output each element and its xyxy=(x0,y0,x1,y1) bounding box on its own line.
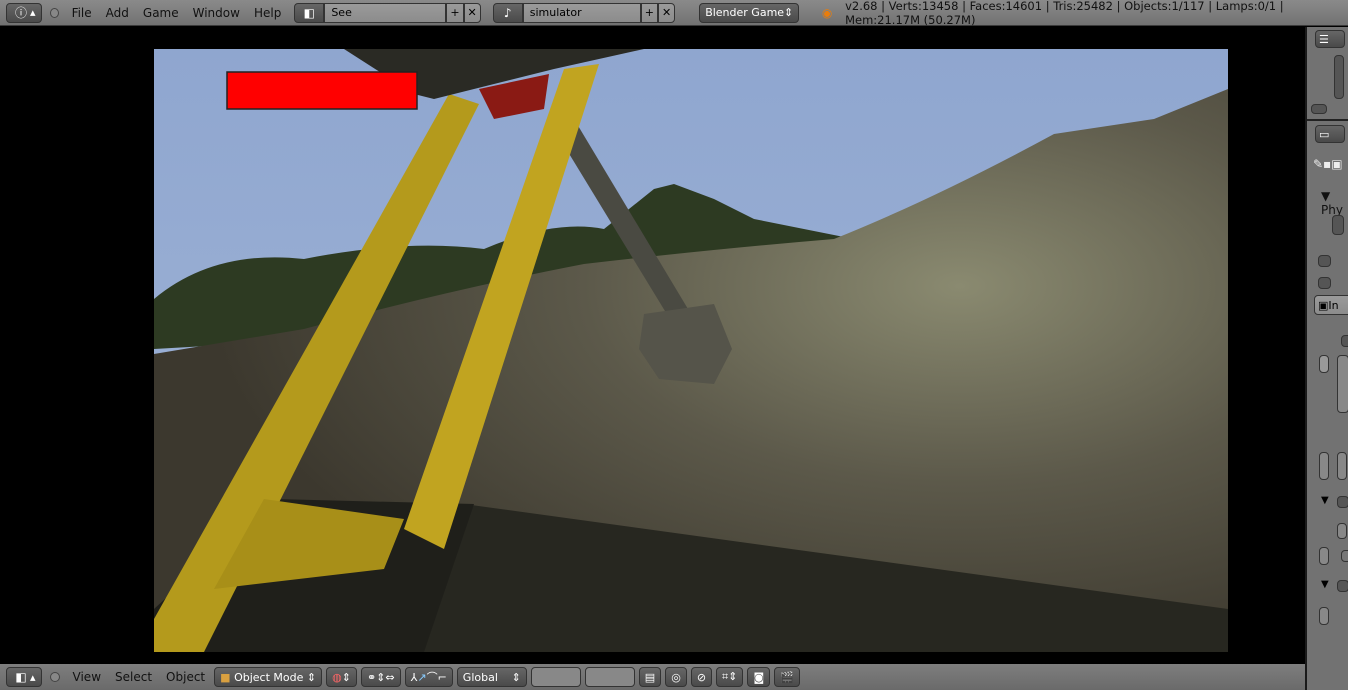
scene-layers-1[interactable] xyxy=(530,667,581,687)
menu-game[interactable]: Game xyxy=(138,6,184,20)
add-scene-icon[interactable]: + xyxy=(640,2,658,23)
menu-file[interactable]: File xyxy=(67,6,97,20)
collapse-panel-3[interactable]: ▼ xyxy=(1321,579,1329,590)
scene-name[interactable]: simulator xyxy=(522,2,641,23)
snap-element-dropdown[interactable]: ⌗⇕ xyxy=(716,667,744,687)
layout-icon: ◧ xyxy=(303,5,315,20)
menu-select[interactable]: Select xyxy=(110,670,157,684)
render-opengl-icon[interactable]: ◙ xyxy=(747,667,771,687)
menu-add[interactable]: Add xyxy=(101,6,134,20)
collapse-menu-toggle[interactable] xyxy=(49,7,59,18)
health-bar xyxy=(226,71,418,110)
translate-icon[interactable]: ↗ xyxy=(417,671,426,684)
panel-3-checkbox[interactable] xyxy=(1337,580,1348,592)
editor-type-button[interactable]: ⓘ ▴ xyxy=(6,2,42,23)
pivot-icon: ⚭ xyxy=(366,670,377,684)
proportional-edit-icon[interactable]: ◎ xyxy=(665,667,687,687)
field-2[interactable] xyxy=(1319,547,1329,565)
outliner-icon: ☰ xyxy=(1319,32,1329,46)
properties-editor: ☰ ▭ ✎▪▣ ▼ Phy ▣ In ▼ ▼ xyxy=(1305,27,1348,690)
game-view[interactable] xyxy=(154,49,1228,652)
slider-2[interactable] xyxy=(1337,355,1348,413)
physics-panel-header[interactable]: ▼ Phy xyxy=(1321,189,1348,217)
properties-button[interactable]: ▣ In xyxy=(1314,295,1348,315)
orientation-dropdown[interactable]: Global ⇕ xyxy=(456,667,527,687)
render-engine-dropdown[interactable]: Blender Game ⇕ xyxy=(699,2,800,23)
screen-layout-selector: ◧ See + ✕ xyxy=(294,2,481,23)
slider-1[interactable] xyxy=(1319,355,1329,373)
scale-icon[interactable]: ⌐ xyxy=(438,671,447,684)
outliner-editor-type[interactable]: ☰ xyxy=(1315,30,1345,48)
collapse-menu-toggle[interactable] xyxy=(49,672,60,682)
3d-viewport[interactable] xyxy=(0,27,1305,663)
cube-view-icon: ◧ xyxy=(15,670,27,684)
field-1[interactable] xyxy=(1337,523,1347,539)
outliner-scrollbar[interactable] xyxy=(1334,55,1344,99)
panel-2-checkbox[interactable] xyxy=(1337,496,1348,508)
render-engine-label: Blender Game xyxy=(705,6,785,19)
viewport-shading-dropdown[interactable]: ◍ ⇕ xyxy=(326,667,357,687)
manipulator-toggle[interactable]: ⇔ xyxy=(385,671,394,684)
slider-3[interactable] xyxy=(1319,452,1329,480)
scene-stats: v2.68 | Verts:13458 | Faces:14601 | Tris… xyxy=(845,0,1284,27)
blender-logo-icon: ◉ xyxy=(821,5,833,20)
delete-scene-icon[interactable]: ✕ xyxy=(657,2,676,23)
scene-browse[interactable]: ♪ xyxy=(492,2,523,23)
scene-layers-2[interactable] xyxy=(584,667,635,687)
physics-type-dropdown[interactable] xyxy=(1332,215,1344,235)
menu-object[interactable]: Object xyxy=(161,670,210,684)
orientation-label: Global xyxy=(462,670,498,684)
scene-selector: ♪ simulator + ✕ xyxy=(492,2,676,23)
menu-help[interactable]: Help xyxy=(249,6,286,20)
editor-type-button[interactable]: ◧ ▴ xyxy=(6,667,42,687)
object-mode-icon: ■ xyxy=(220,670,231,684)
checkbox-2[interactable] xyxy=(1318,277,1331,289)
lock-layers-icon[interactable]: ▤ xyxy=(638,667,662,687)
game-scene xyxy=(154,49,1228,652)
button-label: In xyxy=(1328,298,1339,312)
menu-view[interactable]: View xyxy=(68,670,106,684)
menu-window[interactable]: Window xyxy=(188,6,245,20)
mode-label: Object Mode xyxy=(234,670,304,684)
delete-screen-icon[interactable]: ✕ xyxy=(463,2,481,23)
screen-layout-name[interactable]: See xyxy=(324,2,447,23)
screen-layout-browse[interactable]: ◧ xyxy=(294,2,325,23)
field-3[interactable] xyxy=(1341,550,1348,562)
collapse-panel-2[interactable]: ▼ xyxy=(1321,495,1329,506)
shading-icon: ◍ xyxy=(332,670,342,684)
info-icon: ⓘ xyxy=(14,6,27,20)
checkbox-3[interactable] xyxy=(1341,335,1348,347)
properties-editor-type[interactable]: ▭ xyxy=(1315,125,1345,143)
rotate-icon[interactable]: ⌒ xyxy=(427,669,438,685)
transform-manipulators[interactable]: ⅄ ↗ ⌒ ⌐ xyxy=(404,667,453,687)
pivot-point-dropdown[interactable]: ⚭ ⇕ ⇔ xyxy=(360,667,401,687)
scene-icon: ♪ xyxy=(503,5,512,20)
checkbox-1[interactable] xyxy=(1318,255,1331,267)
render-animation-icon[interactable]: 🎬 xyxy=(774,667,800,687)
context-icons: ✎▪▣ xyxy=(1313,157,1343,171)
info-header: ⓘ ▴ File Add Game Window Help ◧ See + ✕ ♪… xyxy=(0,0,1348,27)
manipulator-axes-icon: ⅄ xyxy=(410,670,418,684)
outliner-scroll-handle[interactable] xyxy=(1311,104,1327,114)
snap-toggle-icon[interactable]: ⊘ xyxy=(690,667,713,687)
slider-4[interactable] xyxy=(1337,452,1347,480)
add-screen-icon[interactable]: + xyxy=(446,2,464,23)
3d-view-header: ◧ ▴ View Select Object ■ Object Mode ⇕ ◍ ⇕ ⚭… xyxy=(0,664,1305,690)
field-4[interactable] xyxy=(1319,607,1329,625)
mode-dropdown[interactable]: ■ Object Mode ⇕ xyxy=(214,667,323,687)
properties-icon: ▭ xyxy=(1319,127,1330,141)
